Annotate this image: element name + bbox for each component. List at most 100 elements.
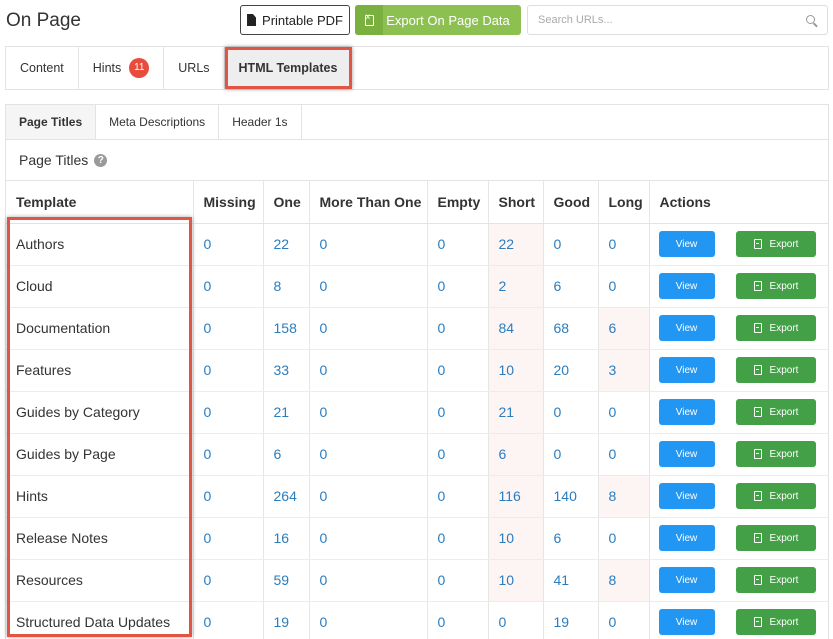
col-long[interactable]: Long xyxy=(598,181,650,224)
cell-good[interactable]: 6 xyxy=(543,517,599,560)
tab-hints[interactable]: Hints 11 xyxy=(79,47,165,89)
cell-empty[interactable]: 0 xyxy=(427,265,489,308)
col-empty[interactable]: Empty xyxy=(427,181,489,224)
search-icon[interactable] xyxy=(806,15,815,24)
cell-one[interactable]: 264 xyxy=(263,475,310,518)
cell-missing[interactable]: 0 xyxy=(193,475,264,518)
cell-short[interactable]: 84 xyxy=(488,307,544,350)
cell-more-than-one[interactable]: 0 xyxy=(309,475,428,518)
view-button[interactable]: View xyxy=(658,483,715,509)
cell-missing[interactable]: 0 xyxy=(193,559,264,602)
cell-short[interactable]: 0 xyxy=(488,601,544,639)
printable-pdf-button[interactable]: Printable PDF xyxy=(240,5,350,35)
cell-empty[interactable]: 0 xyxy=(427,433,489,476)
subtab-header-1s[interactable]: Header 1s xyxy=(219,105,302,139)
cell-one[interactable]: 33 xyxy=(263,349,310,392)
cell-more-than-one[interactable]: 0 xyxy=(309,517,428,560)
export-button[interactable]: Export xyxy=(736,567,816,593)
cell-short[interactable]: 10 xyxy=(488,559,544,602)
cell-long[interactable]: 6 xyxy=(598,307,650,350)
cell-more-than-one[interactable]: 0 xyxy=(309,559,428,602)
export-button[interactable]: Export xyxy=(736,231,816,257)
tab-urls[interactable]: URLs xyxy=(164,47,225,89)
cell-missing[interactable]: 0 xyxy=(193,307,264,350)
view-button[interactable]: View xyxy=(658,525,715,551)
cell-good[interactable]: 0 xyxy=(543,223,599,266)
view-button[interactable]: View xyxy=(658,357,715,383)
col-short[interactable]: Short xyxy=(488,181,544,224)
cell-short[interactable]: 10 xyxy=(488,349,544,392)
cell-more-than-one[interactable]: 0 xyxy=(309,433,428,476)
cell-long[interactable]: 8 xyxy=(598,475,650,518)
cell-more-than-one[interactable]: 0 xyxy=(309,265,428,308)
cell-one[interactable]: 8 xyxy=(263,265,310,308)
cell-good[interactable]: 19 xyxy=(543,601,599,639)
cell-long[interactable]: 8 xyxy=(598,559,650,602)
col-one[interactable]: One xyxy=(263,181,310,224)
cell-more-than-one[interactable]: 0 xyxy=(309,307,428,350)
cell-short[interactable]: 21 xyxy=(488,391,544,434)
cell-good[interactable]: 6 xyxy=(543,265,599,308)
cell-one[interactable]: 6 xyxy=(263,433,310,476)
export-button[interactable]: Export xyxy=(736,273,816,299)
cell-good[interactable]: 20 xyxy=(543,349,599,392)
cell-good[interactable]: 41 xyxy=(543,559,599,602)
subtab-page-titles[interactable]: Page Titles xyxy=(6,105,97,139)
export-button[interactable]: Export xyxy=(736,525,816,551)
cell-missing[interactable]: 0 xyxy=(193,223,264,266)
cell-short[interactable]: 22 xyxy=(488,223,544,266)
tab-html-templates[interactable]: HTML Templates xyxy=(224,47,353,89)
cell-short[interactable]: 6 xyxy=(488,433,544,476)
cell-empty[interactable]: 0 xyxy=(427,517,489,560)
view-button[interactable]: View xyxy=(658,231,715,257)
view-button[interactable]: View xyxy=(658,609,715,635)
cell-long[interactable]: 0 xyxy=(598,517,650,560)
view-button[interactable]: View xyxy=(658,315,715,341)
export-button[interactable]: Export xyxy=(736,483,816,509)
cell-one[interactable]: 22 xyxy=(263,223,310,266)
cell-missing[interactable]: 0 xyxy=(193,433,264,476)
export-button[interactable]: Export xyxy=(736,357,816,383)
cell-one[interactable]: 59 xyxy=(263,559,310,602)
cell-missing[interactable]: 0 xyxy=(193,349,264,392)
cell-long[interactable]: 0 xyxy=(598,601,650,639)
cell-empty[interactable]: 0 xyxy=(427,475,489,518)
cell-long[interactable]: 0 xyxy=(598,265,650,308)
cell-short[interactable]: 10 xyxy=(488,517,544,560)
cell-long[interactable]: 0 xyxy=(598,391,650,434)
cell-missing[interactable]: 0 xyxy=(193,601,264,639)
col-missing[interactable]: Missing xyxy=(193,181,264,224)
cell-good[interactable]: 0 xyxy=(543,391,599,434)
cell-long[interactable]: 0 xyxy=(598,223,650,266)
cell-one[interactable]: 19 xyxy=(263,601,310,639)
cell-good[interactable]: 68 xyxy=(543,307,599,350)
col-more-than-one[interactable]: More Than One xyxy=(309,181,428,224)
cell-more-than-one[interactable]: 0 xyxy=(309,391,428,434)
cell-more-than-one[interactable]: 0 xyxy=(309,601,428,639)
help-icon[interactable]: ? xyxy=(94,153,108,167)
cell-long[interactable]: 0 xyxy=(598,433,650,476)
cell-missing[interactable]: 0 xyxy=(193,517,264,560)
col-template[interactable]: Template xyxy=(6,181,194,224)
cell-missing[interactable]: 0 xyxy=(193,265,264,308)
search-input[interactable] xyxy=(538,6,798,34)
cell-one[interactable]: 21 xyxy=(263,391,310,434)
cell-one[interactable]: 16 xyxy=(263,517,310,560)
cell-short[interactable]: 2 xyxy=(488,265,544,308)
export-on-page-data-button[interactable]: Export On Page Data xyxy=(355,5,521,35)
cell-good[interactable]: 0 xyxy=(543,433,599,476)
cell-more-than-one[interactable]: 0 xyxy=(309,223,428,266)
col-good[interactable]: Good xyxy=(543,181,599,224)
tab-content[interactable]: Content xyxy=(6,47,79,89)
view-button[interactable]: View xyxy=(658,567,715,593)
cell-empty[interactable]: 0 xyxy=(427,223,489,266)
export-button[interactable]: Export xyxy=(736,441,816,467)
cell-good[interactable]: 140 xyxy=(543,475,599,518)
cell-one[interactable]: 158 xyxy=(263,307,310,350)
cell-more-than-one[interactable]: 0 xyxy=(309,349,428,392)
view-button[interactable]: View xyxy=(658,273,715,299)
export-button[interactable]: Export xyxy=(736,609,816,635)
cell-short[interactable]: 116 xyxy=(488,475,544,518)
view-button[interactable]: View xyxy=(658,399,715,425)
subtab-meta-descriptions[interactable]: Meta Descriptions xyxy=(96,105,220,139)
